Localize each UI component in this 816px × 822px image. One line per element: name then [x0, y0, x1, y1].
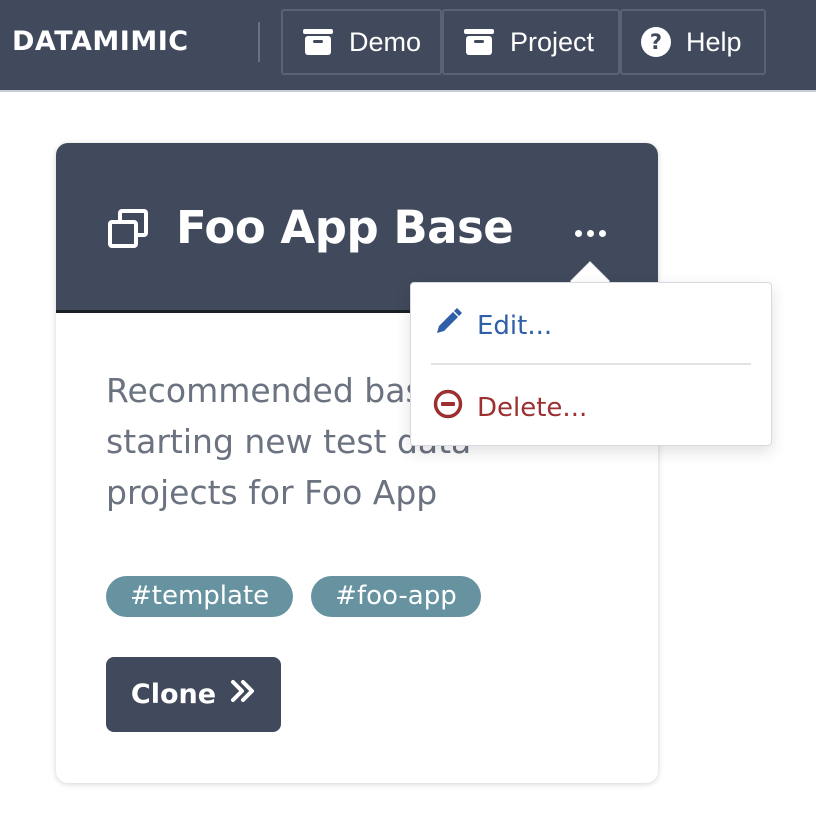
tag-foo-app[interactable]: #foo-app [311, 576, 481, 617]
archive-box-icon [301, 27, 335, 57]
card-title: Foo App Base [176, 201, 514, 254]
nav-demo-button[interactable]: Demo [281, 9, 442, 75]
nav-project-label: Project [510, 26, 595, 57]
copy-icon [106, 208, 150, 255]
nav-project-button[interactable]: Project [442, 9, 620, 75]
clone-label: Clone [130, 679, 217, 710]
delete-label: Delete... [477, 392, 588, 423]
tag-template[interactable]: #template [106, 576, 294, 617]
nav-demo-label: Demo [349, 26, 422, 57]
dropdown-caret [570, 262, 610, 282]
edit-label: Edit... [477, 310, 553, 341]
nav-divider [258, 22, 260, 62]
nav-help-label: Help [686, 26, 742, 57]
more-dots-icon [574, 229, 582, 237]
brand-logo[interactable]: DATAMIMIC [12, 26, 189, 57]
nav-help-button[interactable]: ? Help [620, 9, 766, 75]
more-options-button[interactable] [565, 221, 615, 245]
clone-button[interactable]: Clone [106, 657, 281, 732]
svg-text:?: ? [650, 30, 662, 54]
delete-menu-item[interactable]: Delete... [433, 389, 587, 426]
double-chevron-right-icon [230, 679, 256, 710]
dropdown-divider [431, 363, 751, 365]
options-dropdown-menu: Edit... Delete... [410, 282, 772, 446]
minus-circle-icon [433, 389, 463, 426]
top-navbar: DATAMIMIC Demo Project ? Help [0, 0, 816, 92]
tag-list: #template #foo-app [106, 576, 481, 617]
pencil-icon [433, 307, 463, 344]
archive-box-icon [462, 27, 496, 57]
question-circle-icon: ? [640, 26, 672, 58]
project-card: Foo App Base Recommended base for starti… [56, 143, 658, 783]
edit-menu-item[interactable]: Edit... [433, 307, 552, 344]
